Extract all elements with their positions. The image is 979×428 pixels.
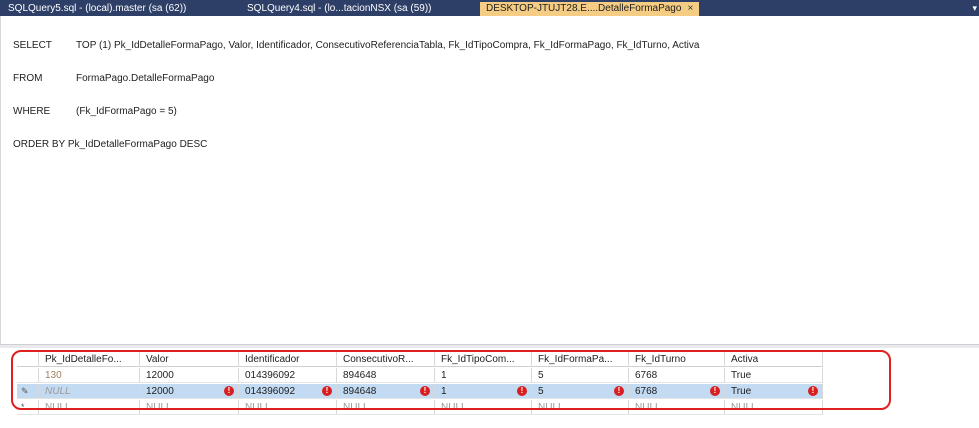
code-line: ORDER BY Pk_IdDetalleFormaPago DESC [13,139,699,150]
sql-keyword: SELECT [13,40,52,51]
table-cell[interactable]: NULL [725,400,823,415]
table-cell[interactable]: 12000 [140,368,239,383]
error-icon[interactable]: ! [710,386,720,396]
sql-keyword: WHERE [13,106,51,117]
cell-value: 5 [538,386,544,397]
cell-value: 894648 [343,386,377,397]
query-editor[interactable]: SELECT TOP (1) Pk_IdDetalleFormaPago, Val… [0,16,979,344]
table-cell[interactable]: NULL [629,400,725,415]
close-icon[interactable]: × [687,3,693,14]
cell-value: 1 [441,386,447,397]
sql-text: FormaPago.DetalleFormaPago [76,73,215,84]
chevron-down-icon[interactable]: ▾ [972,3,977,14]
table-cell[interactable]: 894648 [337,368,435,383]
sql-code[interactable]: SELECT TOP (1) Pk_IdDetalleFormaPago, Val… [13,18,699,172]
column-header[interactable]: Pk_IdDetalleFo... [39,352,140,367]
tab-detalleformapago[interactable]: DESKTOP-JTUJT28.E....DetalleFormaPago × [480,2,700,16]
cell-value: True [731,386,752,397]
error-icon[interactable]: ! [614,386,624,396]
document-tab-bar: SQLQuery5.sql - (local).master (sa (62))… [0,0,979,16]
pencil-icon[interactable]: ✎ [17,384,39,399]
column-header[interactable]: ConsecutivoR... [337,352,435,367]
code-line: FROM FormaPago.DetalleFormaPago [13,73,699,84]
results-grid[interactable]: Pk_IdDetalleFo... Valor Identificador Co… [0,348,979,428]
table-cell[interactable]: 5! [532,384,629,399]
table-cell[interactable]: 5 [532,368,629,383]
table-cell[interactable]: True [725,368,823,383]
table-cell[interactable]: 6768! [629,384,725,399]
grid-header-row: Pk_IdDetalleFo... Valor Identificador Co… [17,352,823,367]
editor-gutter [1,16,10,344]
column-header[interactable]: Valor [140,352,239,367]
sql-text: TOP (1) Pk_IdDetalleFormaPago, Valor, Id… [76,40,700,51]
tab-label: SQLQuery4.sql - (lo...tacionNSX (sa (59)… [247,3,432,14]
tab-sqlquery4[interactable]: SQLQuery4.sql - (lo...tacionNSX (sa (59)… [247,2,432,16]
table-cell[interactable]: 1 [435,368,532,383]
sql-text: (Fk_IdFormaPago = 5) [76,106,177,117]
code-line: SELECT TOP (1) Pk_IdDetalleFormaPago, Val… [13,40,699,51]
code-line: WHERE (Fk_IdFormaPago = 5) [13,106,699,117]
column-header[interactable]: Fk_IdTipoCom... [435,352,532,367]
table-row-selected[interactable]: ✎ NULL 12000! 014396092! 894648! 1! 5! 6… [17,384,823,399]
error-icon[interactable]: ! [224,386,234,396]
table-row[interactable]: 130 12000 014396092 894648 1 5 6768 True [17,368,823,383]
table-cell[interactable]: NULL [39,384,140,399]
cell-value: 6768 [635,386,658,397]
asterisk-icon[interactable]: * [17,400,39,415]
error-icon[interactable]: ! [808,386,818,396]
table-cell[interactable]: 6768 [629,368,725,383]
table-cell[interactable]: NULL [39,400,140,415]
sql-text: Pk_IdDetalleFormaPago DESC [67,139,208,150]
table-cell[interactable]: 1! [435,384,532,399]
sql-keyword: ORDER BY [13,139,66,150]
tab-label: DESKTOP-JTUJT28.E....DetalleFormaPago [486,3,682,14]
table-cell[interactable]: 014396092 [239,368,337,383]
column-header[interactable]: Identificador [239,352,337,367]
table-cell[interactable]: 130 [39,368,140,383]
row-marker[interactable] [17,368,39,383]
tab-sqlquery5[interactable]: SQLQuery5.sql - (local).master (sa (62)) [8,2,186,16]
table-cell[interactable]: NULL [140,400,239,415]
error-icon[interactable]: ! [322,386,332,396]
table-cell[interactable]: 12000! [140,384,239,399]
table-cell[interactable]: NULL [532,400,629,415]
column-header[interactable]: Fk_IdTurno [629,352,725,367]
table-cell[interactable]: 894648! [337,384,435,399]
table-cell[interactable]: NULL [239,400,337,415]
row-header-corner[interactable] [17,352,39,367]
sql-keyword: FROM [13,73,43,84]
table-cell[interactable]: NULL [337,400,435,415]
error-icon[interactable]: ! [420,386,430,396]
table-row-new[interactable]: * NULL NULL NULL NULL NULL NULL NULL NUL… [17,400,823,415]
cell-value: 12000 [146,386,174,397]
cell-value: NULL [45,386,71,397]
cell-value: 014396092 [245,386,296,397]
column-header[interactable]: Activa [725,352,823,367]
column-header[interactable]: Fk_IdFormaPa... [532,352,629,367]
table-cell[interactable]: NULL [435,400,532,415]
error-icon[interactable]: ! [517,386,527,396]
tab-label: SQLQuery5.sql - (local).master (sa (62)) [8,3,187,14]
table-cell[interactable]: 014396092! [239,384,337,399]
table-cell[interactable]: True! [725,384,823,399]
